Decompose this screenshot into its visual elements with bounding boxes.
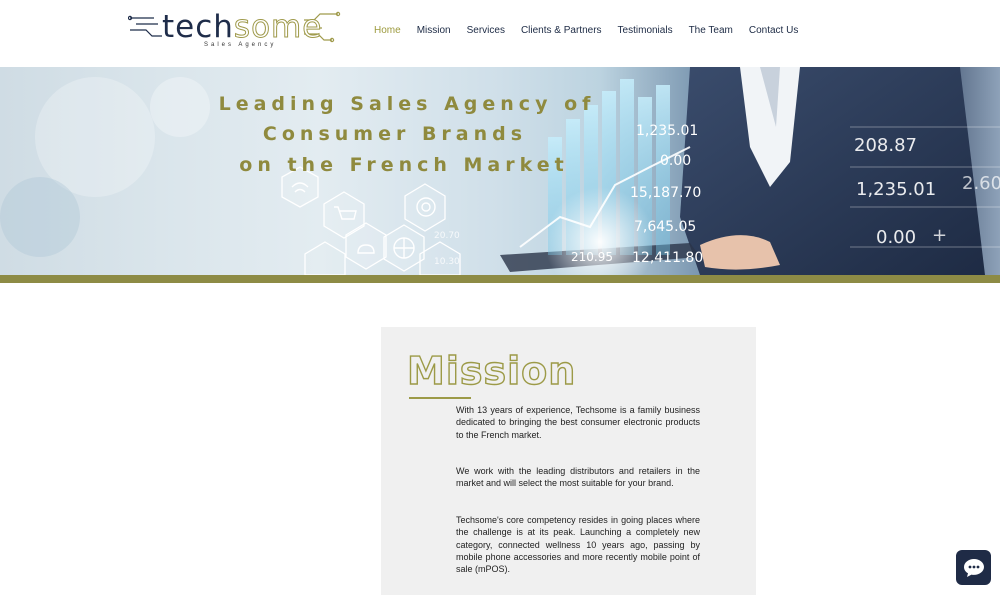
chat-button[interactable] (956, 550, 991, 585)
hero-number: 10.30 (434, 257, 460, 267)
logo-wordmark: techsome (162, 9, 323, 45)
chat-icon (964, 559, 984, 577)
hero-number: 208.87 (854, 135, 917, 156)
logo-word-some: some (233, 9, 323, 45)
hero-number: 7,645.05 (634, 219, 697, 235)
mission-paragraph-1: With 13 years of experience, Techsome is… (456, 405, 700, 440)
logo-tagline: Sales Agency (204, 42, 277, 48)
hero-number: 210.95 (571, 250, 613, 264)
hero-divider-band (0, 275, 1000, 283)
hero-number: 15,187.70 (630, 185, 702, 201)
mission-title-underline (409, 397, 471, 399)
hero-banner: 1,235.01 0.00 15,187.70 7,645.05 12,411.… (0, 67, 1000, 275)
hero-number: 2.60 (962, 173, 1000, 194)
hero-headline-line-1: Leading Sales Agency of (218, 93, 596, 115)
main-nav: Home Mission Services Clients & Partners… (366, 22, 806, 42)
mission-paragraph-3: Techsome's core competency resides in go… (456, 515, 700, 575)
nav-mission[interactable]: Mission (409, 22, 459, 42)
hex-target (404, 183, 446, 232)
nav-services[interactable]: Services (459, 22, 513, 42)
hero-headline-line-3: on the French Market (239, 154, 569, 176)
hero-number: 1,235.01 (856, 179, 937, 200)
site-header: techsome Sales Agency Home Mission Servi… (0, 0, 1000, 67)
nav-clients-partners[interactable]: Clients & Partners (513, 22, 610, 42)
logo-word-tech: tech (162, 9, 234, 45)
hero-number: 20.70 (434, 231, 460, 241)
hero-headline-line-2: Consumer Brands (262, 123, 528, 145)
nav-testimonials[interactable]: Testimonials (610, 22, 681, 42)
nav-contact-us[interactable]: Contact Us (741, 22, 806, 42)
nav-home[interactable]: Home (366, 22, 409, 42)
nav-the-team[interactable]: The Team (681, 22, 741, 42)
techsome-logo[interactable]: techsome Sales Agency (128, 8, 343, 54)
mission-section: Mission With 13 years of experience, Tec… (381, 327, 756, 595)
hero-number: + (932, 225, 948, 246)
mission-paragraph-2: We work with the leading distributors an… (456, 466, 700, 489)
hero-number: 12,411.80 (632, 250, 704, 266)
mission-title: Mission (406, 348, 577, 393)
hero-number: 0.00 (876, 227, 917, 248)
